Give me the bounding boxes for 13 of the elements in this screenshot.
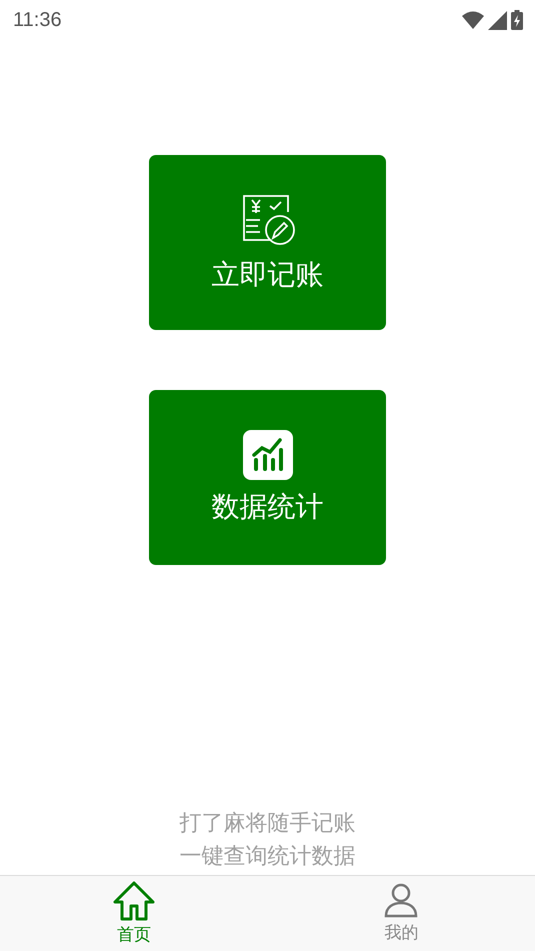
home-tab[interactable]: 首页 xyxy=(0,876,268,951)
tagline-text: 一键查询统计数据 xyxy=(180,843,356,871)
record-button[interactable]: 立即记账 xyxy=(149,155,386,330)
statistics-button[interactable]: 数据统计 xyxy=(149,390,386,565)
tagline-text: 打了麻将随手记账 xyxy=(180,810,356,838)
person-icon xyxy=(384,883,418,919)
profile-tab[interactable]: 我的 xyxy=(268,876,535,951)
chart-icon xyxy=(242,430,292,480)
signal-icon xyxy=(488,10,507,30)
wifi-icon xyxy=(462,11,484,29)
battery-icon xyxy=(511,10,523,30)
home-icon xyxy=(112,881,155,921)
status-time: 11:36 xyxy=(13,8,62,32)
